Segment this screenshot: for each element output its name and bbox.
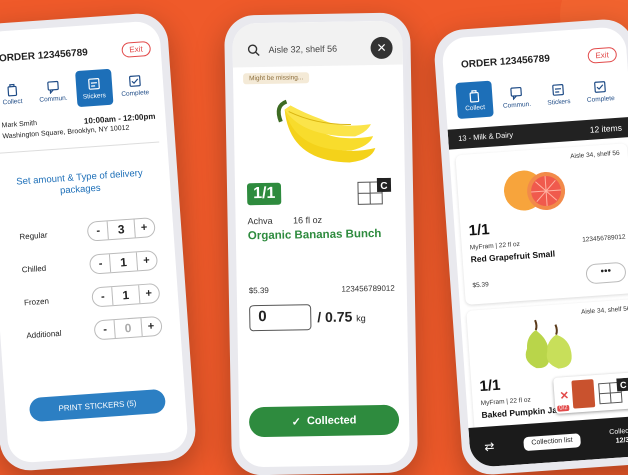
- order-title: ORDER 123456789: [0, 47, 89, 65]
- tab-complete[interactable]: Complete: [581, 72, 619, 110]
- weight-total: / 0.75: [317, 308, 353, 326]
- exit-button[interactable]: Exit: [586, 46, 618, 64]
- collected-button[interactable]: ✓ Collected: [248, 404, 400, 438]
- item-name: Red Grapefruit Small: [470, 248, 556, 265]
- collection-list-button[interactable]: Collection list: [522, 433, 582, 452]
- shelf-grid-icon: C: [598, 377, 628, 405]
- package-label: Chilled: [21, 263, 47, 275]
- missing-count-badge: 0/2: [557, 404, 570, 412]
- item-brand-size: MyFram | 22 fl oz: [480, 396, 531, 408]
- grapefruit-image: [504, 170, 566, 211]
- increment-button[interactable]: +: [138, 254, 155, 267]
- quantity-badge: 1/1: [246, 182, 282, 206]
- product-size: 16 fl oz: [293, 214, 323, 226]
- item-brand-size: MyFram | 22 fl oz: [469, 240, 521, 252]
- close-icon[interactable]: ✕: [556, 388, 573, 402]
- svg-text:C: C: [380, 181, 387, 192]
- search-icon[interactable]: [246, 43, 260, 57]
- item-aisle: Aisle 34, shelf 56: [580, 305, 628, 316]
- tab-label: Stickers: [547, 97, 571, 107]
- tab-collect[interactable]: Collect: [455, 80, 494, 119]
- missing-tag[interactable]: Might be missing...: [243, 72, 310, 85]
- missing-items-popup[interactable]: ✕ C 0/2: [553, 371, 628, 414]
- communication-icon: [510, 86, 522, 100]
- product-screen: Aisle 32, shelf 56 ✕ Might be missing...…: [232, 20, 410, 468]
- weight-input[interactable]: 0: [249, 304, 312, 332]
- increment-button[interactable]: +: [143, 320, 160, 333]
- collect-screen: ORDER 123456789 Exit Collect Commun. Sti…: [441, 26, 628, 468]
- package-label: Regular: [19, 230, 48, 242]
- shelf-grid-icon[interactable]: C: [357, 177, 393, 207]
- item-count: 12 items: [589, 122, 623, 135]
- product-brand: Achva: [247, 215, 273, 227]
- decrement-button[interactable]: -: [90, 225, 107, 238]
- stepper-value[interactable]: 0: [113, 318, 143, 339]
- tab-communication[interactable]: Commun.: [34, 72, 72, 110]
- swap-icon[interactable]: ⇄: [484, 439, 495, 454]
- product-barcode: 123456789012: [341, 283, 395, 294]
- quantity-stepper: - 1 +: [91, 283, 161, 308]
- location-label: Aisle 32, shelf 56: [268, 43, 338, 55]
- tab-label: Stickers: [82, 91, 107, 101]
- increment-button[interactable]: +: [136, 221, 153, 234]
- tab-collect[interactable]: Collect: [0, 74, 31, 112]
- complete-icon: [594, 80, 606, 93]
- tab-stickers[interactable]: Stickers: [74, 68, 113, 108]
- product-price: $5.39: [248, 285, 269, 296]
- list-item[interactable]: Aisle 34, shelf 56 1/1 MyFram | 22 fl oz…: [455, 143, 628, 305]
- decrement-button[interactable]: -: [97, 323, 114, 336]
- tab-stickers[interactable]: Stickers: [539, 75, 577, 113]
- package-label: Frozen: [23, 296, 50, 308]
- tab-label: Commun.: [39, 94, 68, 104]
- divider: [0, 141, 160, 154]
- stepper-value[interactable]: 3: [106, 219, 136, 240]
- phone-product-screen: Aisle 32, shelf 56 ✕ Might be missing...…: [224, 12, 418, 475]
- more-options-button[interactable]: •••: [585, 261, 627, 285]
- stepper-value[interactable]: 1: [108, 252, 139, 273]
- print-stickers-button[interactable]: PRINT STICKERS (5): [28, 388, 167, 423]
- stepper-value[interactable]: 1: [111, 285, 141, 306]
- package-label: Additional: [26, 328, 62, 340]
- tab-label: Commun.: [502, 100, 532, 110]
- quantity-stepper: - 0 +: [93, 316, 163, 341]
- tab-label: Collect: [464, 103, 486, 112]
- collect-icon: [469, 89, 480, 103]
- tab-communication[interactable]: Commun.: [497, 78, 535, 116]
- phone-stickers-screen: ORDER 123456789 Exit Collect Commun. Sti…: [0, 11, 198, 473]
- item-quantity: 1/1: [468, 221, 491, 240]
- tab-label: Complete: [586, 94, 615, 104]
- decrement-button[interactable]: -: [92, 258, 109, 271]
- stickers-icon: [87, 77, 100, 90]
- increment-button[interactable]: +: [140, 287, 157, 300]
- complete-icon: [128, 74, 141, 87]
- tab-label: Complete: [121, 88, 150, 98]
- check-icon: ✓: [291, 415, 302, 429]
- stickers-icon: [552, 83, 564, 96]
- weight-unit: kg: [356, 313, 366, 324]
- quantity-stepper: - 3 +: [86, 217, 156, 242]
- order-title: ORDER 123456789: [460, 53, 551, 71]
- item-quantity: 1/1: [478, 376, 501, 396]
- phone-collect-screen: ORDER 123456789 Exit Collect Commun. Sti…: [432, 17, 628, 475]
- decrement-button[interactable]: -: [94, 291, 111, 304]
- collected-button-label: Collected: [306, 414, 357, 428]
- stickers-screen: ORDER 123456789 Exit Collect Commun. Sti…: [0, 20, 189, 464]
- collected-counter[interactable]: Collected 12/34: [609, 427, 628, 446]
- banana-image: [276, 99, 376, 163]
- product-thumbnail: [571, 379, 596, 409]
- category-name: 13 - Milk & Dairy: [457, 130, 514, 143]
- pear-image: [525, 319, 572, 369]
- tab-complete[interactable]: Complete: [115, 66, 153, 104]
- svg-text:C: C: [620, 380, 628, 390]
- item-price: $5.39: [472, 281, 490, 290]
- exit-button[interactable]: Exit: [120, 40, 152, 58]
- close-icon[interactable]: ✕: [370, 36, 393, 60]
- quantity-stepper: - 1 +: [88, 250, 159, 275]
- collect-icon: [6, 83, 17, 96]
- item-aisle: Aisle 34, shelf 56: [569, 149, 620, 161]
- item-code: 123456789012: [581, 233, 626, 244]
- tab-label: Collect: [2, 97, 23, 106]
- communication-icon: [46, 80, 59, 94]
